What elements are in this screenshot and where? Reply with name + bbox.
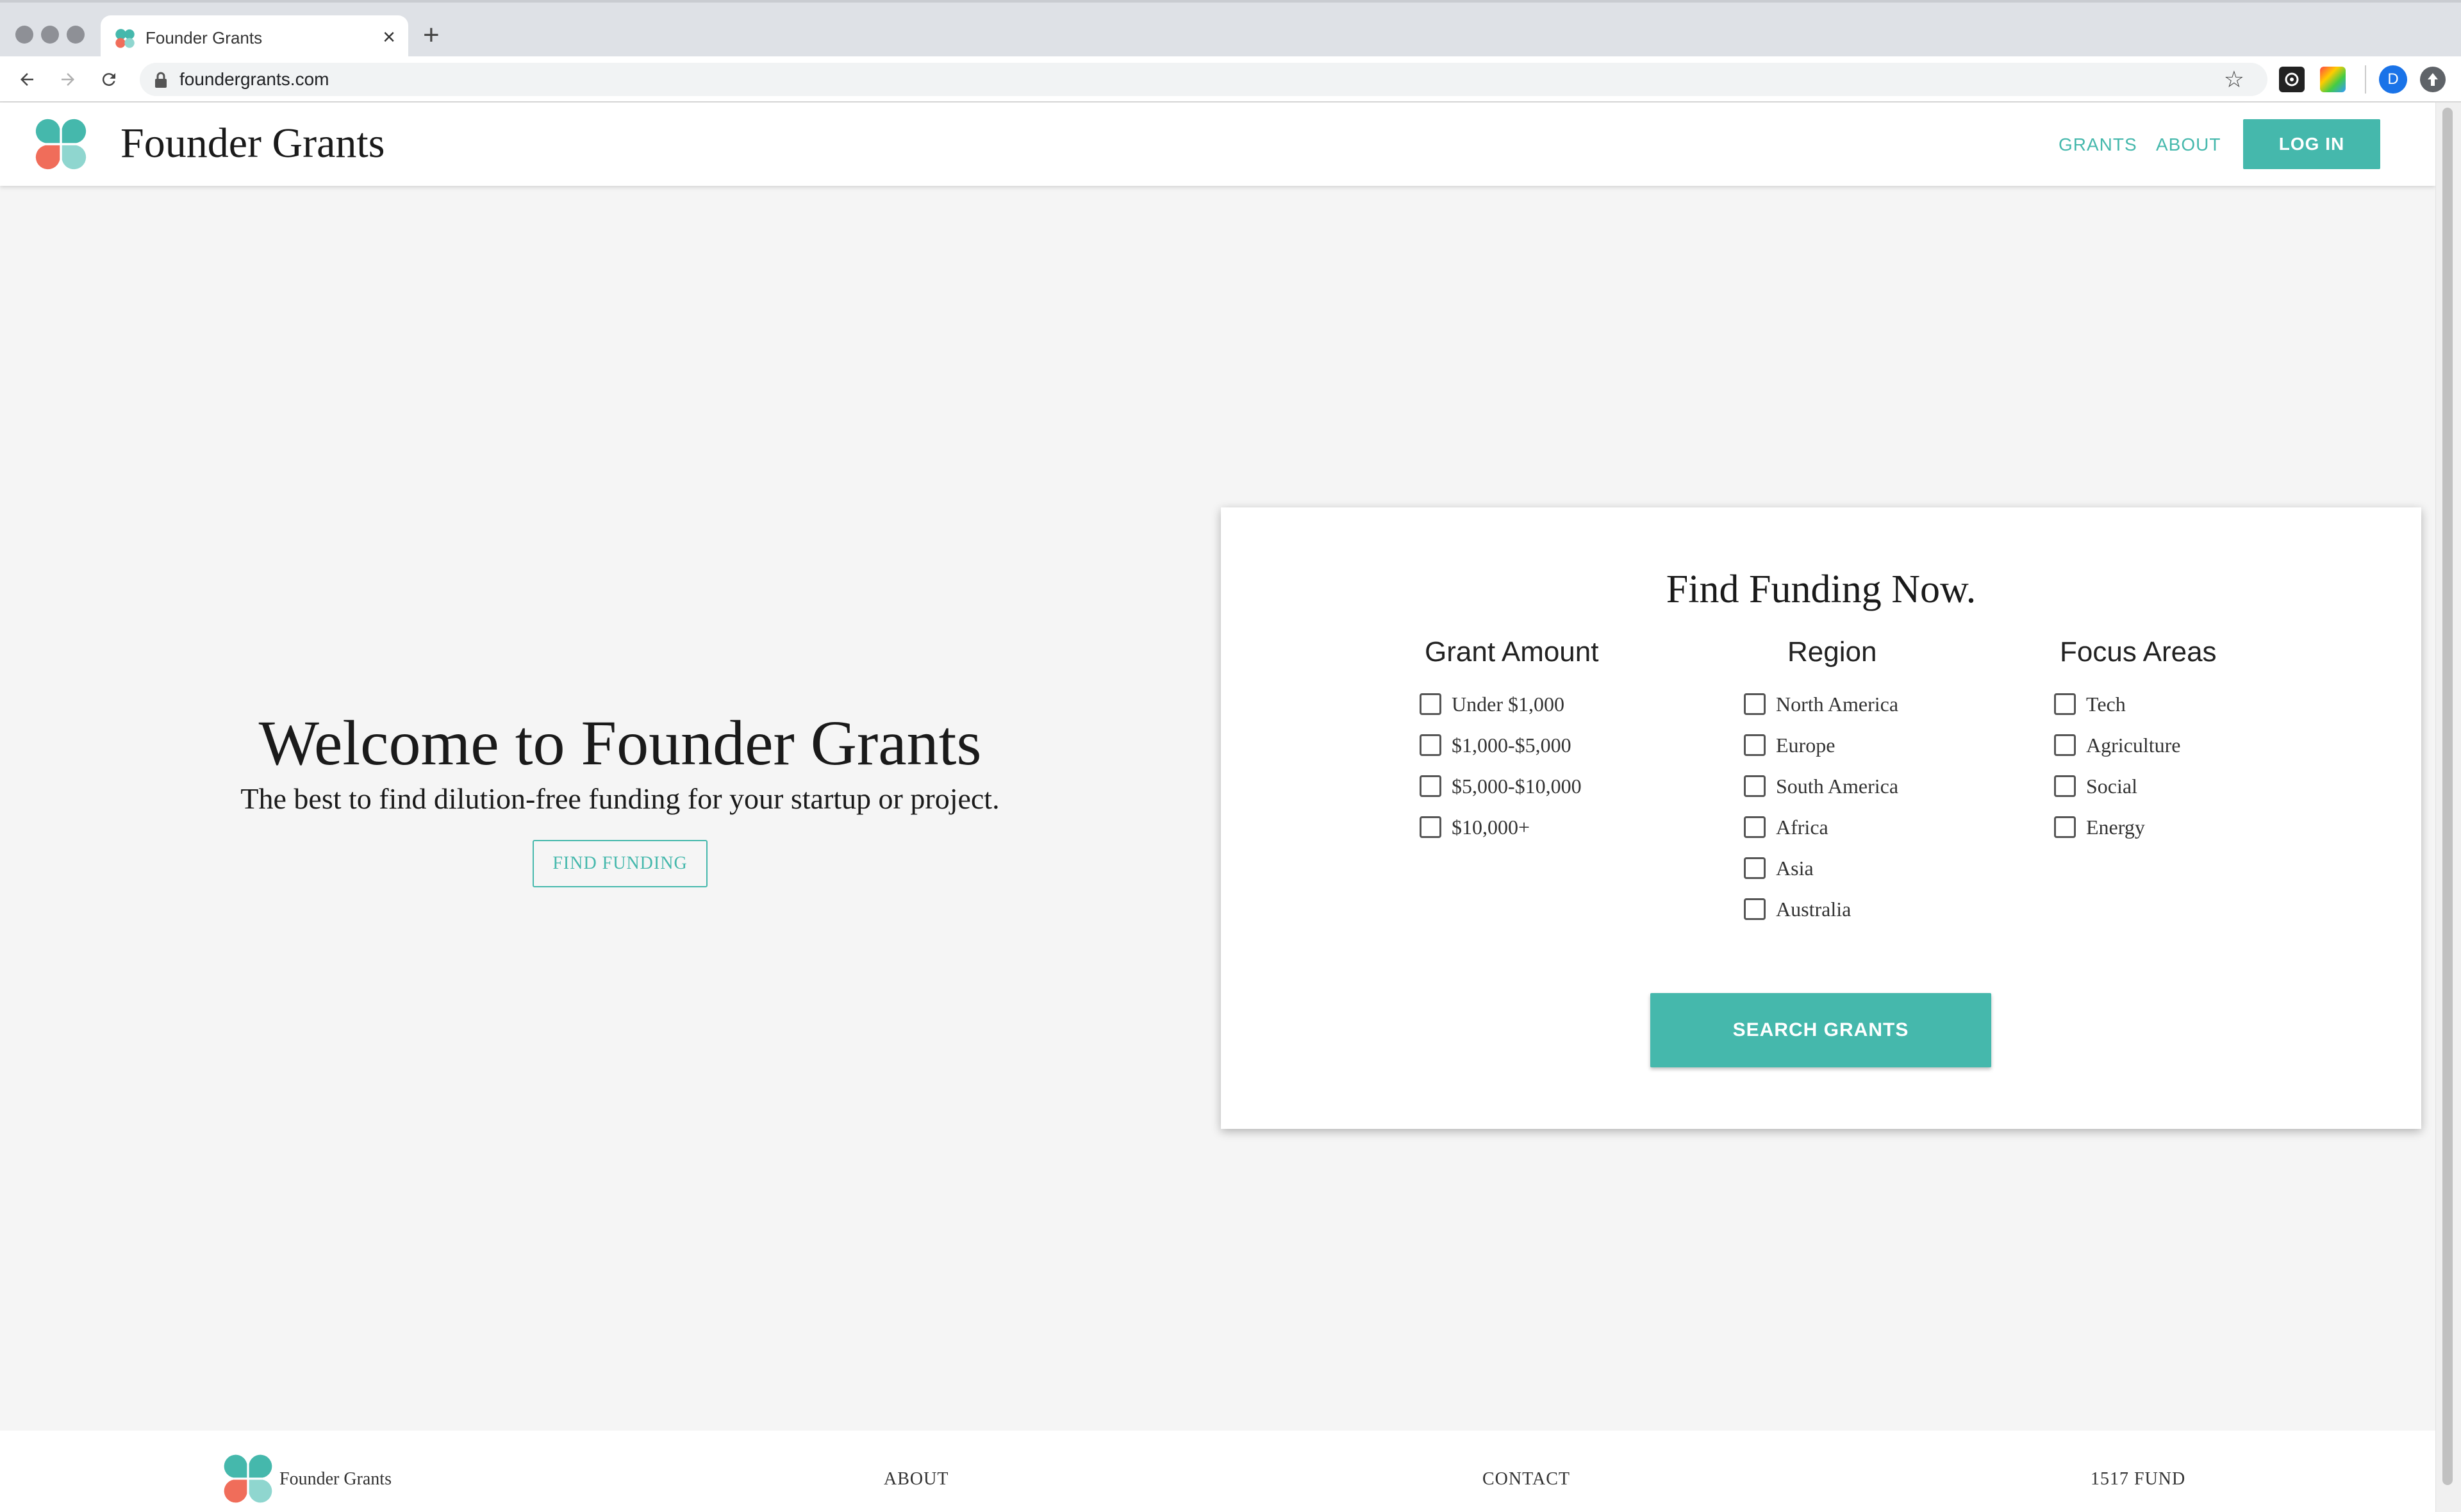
filter-option[interactable]: $5,000-$10,000 (1420, 766, 1582, 807)
footer-link-contact[interactable]: CONTACT (1482, 1468, 1570, 1491)
new-tab-icon[interactable]: + (423, 19, 440, 51)
filter-option[interactable]: Energy (2054, 807, 2181, 848)
option-label: Europe (1776, 733, 1835, 757)
filter-option[interactable]: North America (1744, 684, 1898, 725)
filter-option[interactable]: $10,000+ (1420, 807, 1582, 848)
option-label: Africa (1776, 815, 1828, 839)
window-close-control[interactable] (15, 26, 33, 44)
lock-icon (155, 72, 167, 88)
color-extension-icon[interactable] (2320, 67, 2346, 92)
toolbar-divider (2365, 65, 2366, 94)
option-label: Energy (2086, 815, 2145, 839)
tab-close-icon[interactable]: × (383, 24, 395, 50)
grant-amount-heading: Grant Amount (1425, 636, 1599, 668)
back-arrow-icon[interactable] (13, 65, 41, 94)
login-button[interactable]: LOG IN (2243, 119, 2380, 169)
clover-logo-icon[interactable] (33, 117, 88, 172)
hero-title: Welcome to Founder Grants (258, 707, 982, 778)
checkbox[interactable] (1420, 693, 1441, 715)
option-label: Asia (1776, 856, 1814, 880)
filter-option[interactable]: Asia (1744, 848, 1898, 889)
filter-option[interactable]: Agriculture (2054, 725, 2181, 766)
checkbox[interactable] (1420, 775, 1441, 797)
option-label: $10,000+ (1452, 815, 1530, 839)
option-label: South America (1776, 774, 1899, 798)
url-text: foundergrants.com (179, 69, 329, 89)
clover-logo-icon (115, 29, 135, 48)
filter-option[interactable]: Africa (1744, 807, 1898, 848)
option-label: North America (1776, 692, 1899, 716)
option-label: Agriculture (2086, 733, 2181, 757)
footer-link-1517-fund[interactable]: 1517 FUND (2091, 1468, 2185, 1491)
filter-option[interactable]: $1,000-$5,000 (1420, 725, 1582, 766)
reload-icon[interactable] (95, 65, 123, 94)
option-label: Tech (2086, 692, 2126, 716)
checkbox[interactable] (2054, 816, 2076, 838)
checkbox[interactable] (1744, 816, 1766, 838)
filter-option[interactable]: Social (2054, 766, 2181, 807)
checkbox[interactable] (2054, 693, 2076, 715)
focus-areas-heading: Focus Areas (2060, 636, 2217, 668)
option-label: Social (2086, 774, 2137, 798)
region-options: North America Europe South America Afric… (1744, 684, 1898, 930)
window-zoom-control[interactable] (67, 26, 85, 44)
scrollbar-thumb[interactable] (2442, 108, 2453, 1485)
hero-subtitle: The best to find dilution-free funding f… (240, 782, 1000, 815)
clover-logo-icon[interactable] (222, 1452, 274, 1505)
nav-link-grants[interactable]: GRANTS (2059, 133, 2137, 156)
filter-option[interactable]: South America (1744, 766, 1898, 807)
checkbox[interactable] (1744, 857, 1766, 879)
find-funding-card: Find Funding Now. Grant Amount Under $1,… (1221, 507, 2421, 1129)
bookmark-star-icon[interactable]: ☆ (2224, 67, 2244, 92)
site-brand[interactable]: Founder Grants (120, 118, 385, 169)
find-funding-button[interactable]: FIND FUNDING (533, 840, 708, 887)
site-header: Founder Grants GRANTS ABOUT LOG IN (0, 103, 2435, 186)
checkbox[interactable] (2054, 734, 2076, 756)
footer-brand[interactable]: Founder Grants (279, 1468, 392, 1491)
search-grants-button[interactable]: SEARCH GRANTS (1650, 993, 1991, 1067)
checkbox[interactable] (2054, 775, 2076, 797)
extension-icon[interactable] (2279, 67, 2305, 92)
option-label: Australia (1776, 897, 1852, 921)
address-bar[interactable]: foundergrants.com ☆ (140, 63, 2267, 96)
profile-avatar[interactable]: D (2379, 65, 2407, 94)
footer-link-about[interactable]: ABOUT (884, 1468, 949, 1491)
option-label: $1,000-$5,000 (1452, 733, 1571, 757)
checkbox[interactable] (1420, 816, 1441, 838)
checkbox[interactable] (1744, 734, 1766, 756)
option-label: $5,000-$10,000 (1452, 774, 1582, 798)
filter-option[interactable]: Under $1,000 (1420, 684, 1582, 725)
checkbox[interactable] (1744, 898, 1766, 920)
page-scrollbar[interactable] (2435, 103, 2461, 1512)
browser-titlebar: Founder Grants × + (0, 0, 2461, 62)
option-label: Under $1,000 (1452, 692, 1564, 716)
card-title: Find Funding Now. (1666, 568, 1976, 611)
window-minimize-control[interactable] (41, 26, 59, 44)
nav-link-about[interactable]: ABOUT (2156, 133, 2221, 156)
browser-toolbar: foundergrants.com ☆ D (0, 56, 2461, 103)
menu-icon[interactable] (2420, 67, 2446, 92)
checkbox[interactable] (1744, 775, 1766, 797)
grant-amount-options: Under $1,000 $1,000-$5,000 $5,000-$10,00… (1420, 684, 1582, 848)
filter-option[interactable]: Tech (2054, 684, 2181, 725)
browser-tab[interactable]: Founder Grants × (101, 15, 408, 62)
filter-option[interactable]: Australia (1744, 889, 1898, 930)
forward-arrow-icon[interactable] (54, 65, 82, 94)
tab-title: Founder Grants (145, 28, 263, 47)
focus-areas-options: Tech Agriculture Social Energy (2054, 684, 2181, 848)
site-footer: Founder Grants ABOUT CONTACT 1517 FUND (0, 1431, 2435, 1512)
filter-option[interactable]: Europe (1744, 725, 1898, 766)
region-heading: Region (1787, 636, 1877, 668)
checkbox[interactable] (1744, 693, 1766, 715)
checkbox[interactable] (1420, 734, 1441, 756)
